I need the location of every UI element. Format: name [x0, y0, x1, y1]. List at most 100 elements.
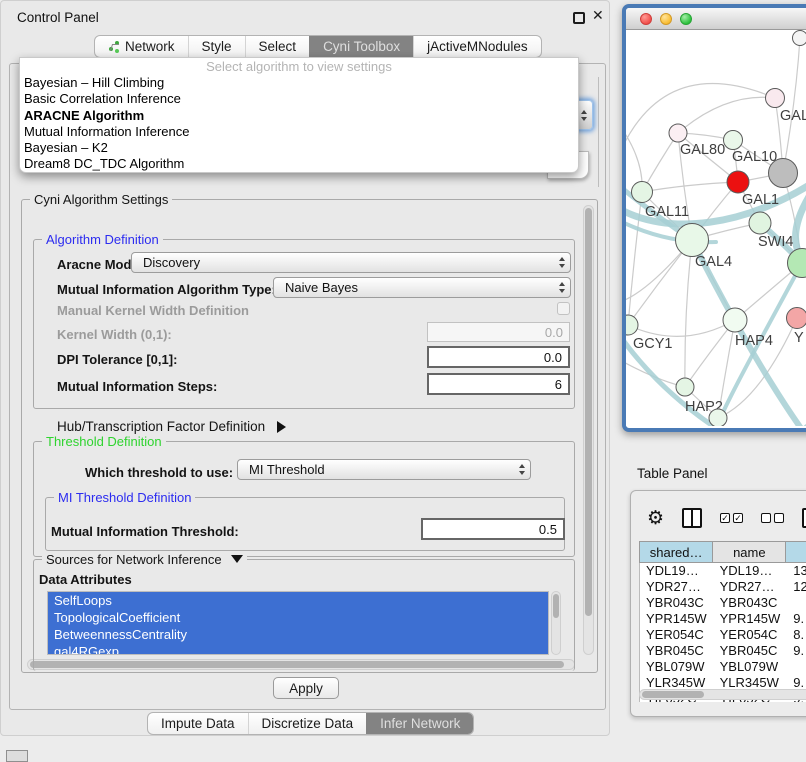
network-node[interactable]	[749, 212, 771, 234]
select-all-columns-icon[interactable]: ✓✓	[720, 513, 743, 523]
network-node[interactable]	[632, 182, 653, 203]
table-column-header[interactable]	[786, 542, 806, 562]
kernel-width-field[interactable]: 0.0	[427, 322, 570, 342]
settings-vertical-scrollbar[interactable]	[583, 205, 594, 655]
float-panel-icon[interactable]	[573, 12, 585, 24]
table-column-header[interactable]: shared…	[640, 542, 713, 562]
gear-icon[interactable]: ⚙	[647, 509, 664, 528]
network-window-titlebar[interactable]	[626, 8, 806, 30]
bottom-tab[interactable]: Discretize Data	[248, 713, 367, 734]
apply-button[interactable]: Apply	[273, 677, 339, 699]
deselect-all-columns-icon[interactable]	[761, 513, 784, 523]
network-canvas[interactable]: GALGAL80GAL10GAL1GAL11SWI4GAL4GCY1HAP4YH…	[626, 30, 806, 426]
hidden-group-border	[598, 77, 599, 187]
dpi-tolerance-field[interactable]: 0.0	[427, 346, 570, 368]
attributes-scroll-thumb[interactable]	[553, 594, 559, 618]
table-panel: ⚙ ✓✓ shared…name YDL19…YDL19…13YDR27…YDR…	[630, 490, 806, 717]
stepper-down-icon	[581, 117, 587, 121]
control-panel-tab[interactable]: Cyni Toolbox	[309, 36, 413, 57]
table-cell: YER054C	[640, 627, 714, 643]
network-edge[interactable]	[685, 320, 735, 387]
table-row[interactable]: YDR27…YDR27…12	[640, 579, 806, 595]
bottom-tab[interactable]: Infer Network	[366, 713, 473, 734]
table-row[interactable]: YBR045CYBR045C9.	[640, 643, 806, 659]
stepper-up-icon	[581, 110, 587, 114]
network-node[interactable]	[709, 409, 727, 426]
zoom-window-icon[interactable]	[680, 13, 692, 25]
network-node[interactable]	[766, 89, 785, 108]
table-cell: 12	[787, 579, 806, 595]
network-node[interactable]	[769, 159, 798, 188]
control-panel: Control Panel ✕ NetworkStyleSelectCyni T…	[0, 0, 610, 736]
table-column-header[interactable]: name	[713, 542, 786, 562]
network-edge[interactable]	[783, 38, 800, 173]
network-edge[interactable]	[642, 182, 738, 192]
table-horizontal-scrollbar[interactable]	[639, 689, 806, 700]
data-attribute-item[interactable]: SelfLoops	[48, 592, 548, 609]
which-threshold-combo[interactable]: MI Threshold	[237, 459, 531, 480]
mi-threshold-field[interactable]: 0.5	[421, 518, 565, 540]
settings-vscroll-thumb[interactable]	[585, 208, 592, 616]
node-label: Y	[794, 330, 804, 346]
bottom-tab[interactable]: Impute Data	[148, 713, 248, 734]
network-node[interactable]	[676, 378, 694, 396]
control-panel-tab[interactable]: Select	[245, 36, 310, 57]
table-row[interactable]: YBR043CYBR043C	[640, 595, 806, 611]
table-row[interactable]: YBL079WYBL079W	[640, 659, 806, 675]
table-cell: YDL19…	[640, 563, 714, 579]
data-attribute-item[interactable]: gal4RGexp	[48, 643, 548, 655]
network-edge[interactable]	[685, 240, 692, 387]
algorithm-option[interactable]: Basic Correlation Inference	[20, 91, 578, 107]
mi-algorithm-type-label: Mutual Information Algorithm Type:	[57, 282, 276, 297]
table-panel-title: Table Panel	[637, 466, 708, 481]
node-label: GAL4	[695, 254, 732, 270]
control-panel-tabbar: NetworkStyleSelectCyni ToolboxjActiveMNo…	[94, 35, 542, 58]
network-node[interactable]	[626, 315, 638, 335]
network-edge[interactable]	[626, 360, 685, 387]
table-row[interactable]: YPR145WYPR145W9.	[640, 611, 806, 627]
network-node[interactable]	[669, 124, 687, 142]
network-node[interactable]	[723, 308, 747, 332]
network-edge[interactable]	[678, 97, 775, 133]
network-node[interactable]	[676, 224, 709, 257]
network-node[interactable]	[724, 131, 743, 150]
attributes-scrollbar[interactable]	[551, 591, 561, 655]
algorithm-option[interactable]: Bayesian – Hill Climbing	[20, 75, 578, 91]
data-attribute-item[interactable]: TopologicalCoefficient	[48, 609, 548, 626]
close-window-icon[interactable]	[640, 13, 652, 25]
table-hscroll-thumb[interactable]	[642, 691, 704, 698]
combo-stepper-icon	[554, 282, 570, 293]
sources-group-title[interactable]: Sources for Network Inference	[42, 552, 247, 567]
mi-algorithm-type-combo[interactable]: Naive Bayes	[273, 277, 571, 298]
close-panel-icon[interactable]: ✕	[592, 7, 604, 24]
mi-steps-field[interactable]: 6	[427, 373, 570, 395]
aracne-mode-combo[interactable]: Discovery	[131, 252, 571, 273]
node-label: HAP4	[735, 333, 773, 349]
manual-kernel-width-checkbox[interactable]	[557, 302, 570, 315]
table-row[interactable]: YER054CYER054C8.	[640, 627, 806, 643]
mi-steps-label: Mutual Information Steps:	[57, 379, 217, 394]
new-table-icon[interactable]	[802, 508, 806, 528]
network-node[interactable]	[793, 31, 806, 46]
minimize-window-icon[interactable]	[660, 13, 672, 25]
docked-panel-icon[interactable]	[6, 750, 28, 762]
algorithm-option[interactable]: ARACNE Algorithm	[20, 108, 578, 124]
table-row[interactable]: YDL19…YDL19…13	[640, 563, 806, 579]
network-node[interactable]	[787, 308, 806, 329]
data-attribute-item[interactable]: BetweennessCentrality	[48, 626, 548, 643]
algorithm-option[interactable]: Bayesian – K2	[20, 140, 578, 156]
network-edge[interactable]	[628, 320, 735, 336]
control-panel-tab[interactable]: Style	[188, 36, 245, 57]
table-cell: YBL079W	[714, 659, 788, 675]
network-graph-icon	[108, 41, 120, 53]
algorithm-option[interactable]: Dream8 DC_TDC Algorithm	[20, 156, 578, 172]
data-attributes-label: Data Attributes	[39, 572, 132, 587]
expanded-arrow-icon	[231, 555, 243, 563]
node-label: GCY1	[633, 336, 673, 352]
control-panel-tab[interactable]: Network	[95, 36, 188, 57]
algorithm-option[interactable]: Mutual Information Inference	[20, 124, 578, 140]
network-node[interactable]	[727, 171, 749, 193]
control-panel-tab[interactable]: jActiveMNodules	[413, 36, 541, 57]
hub-definition-toggle[interactable]: Hub/Transcription Factor Definition	[57, 419, 286, 434]
column-layout-icon[interactable]	[682, 508, 702, 528]
